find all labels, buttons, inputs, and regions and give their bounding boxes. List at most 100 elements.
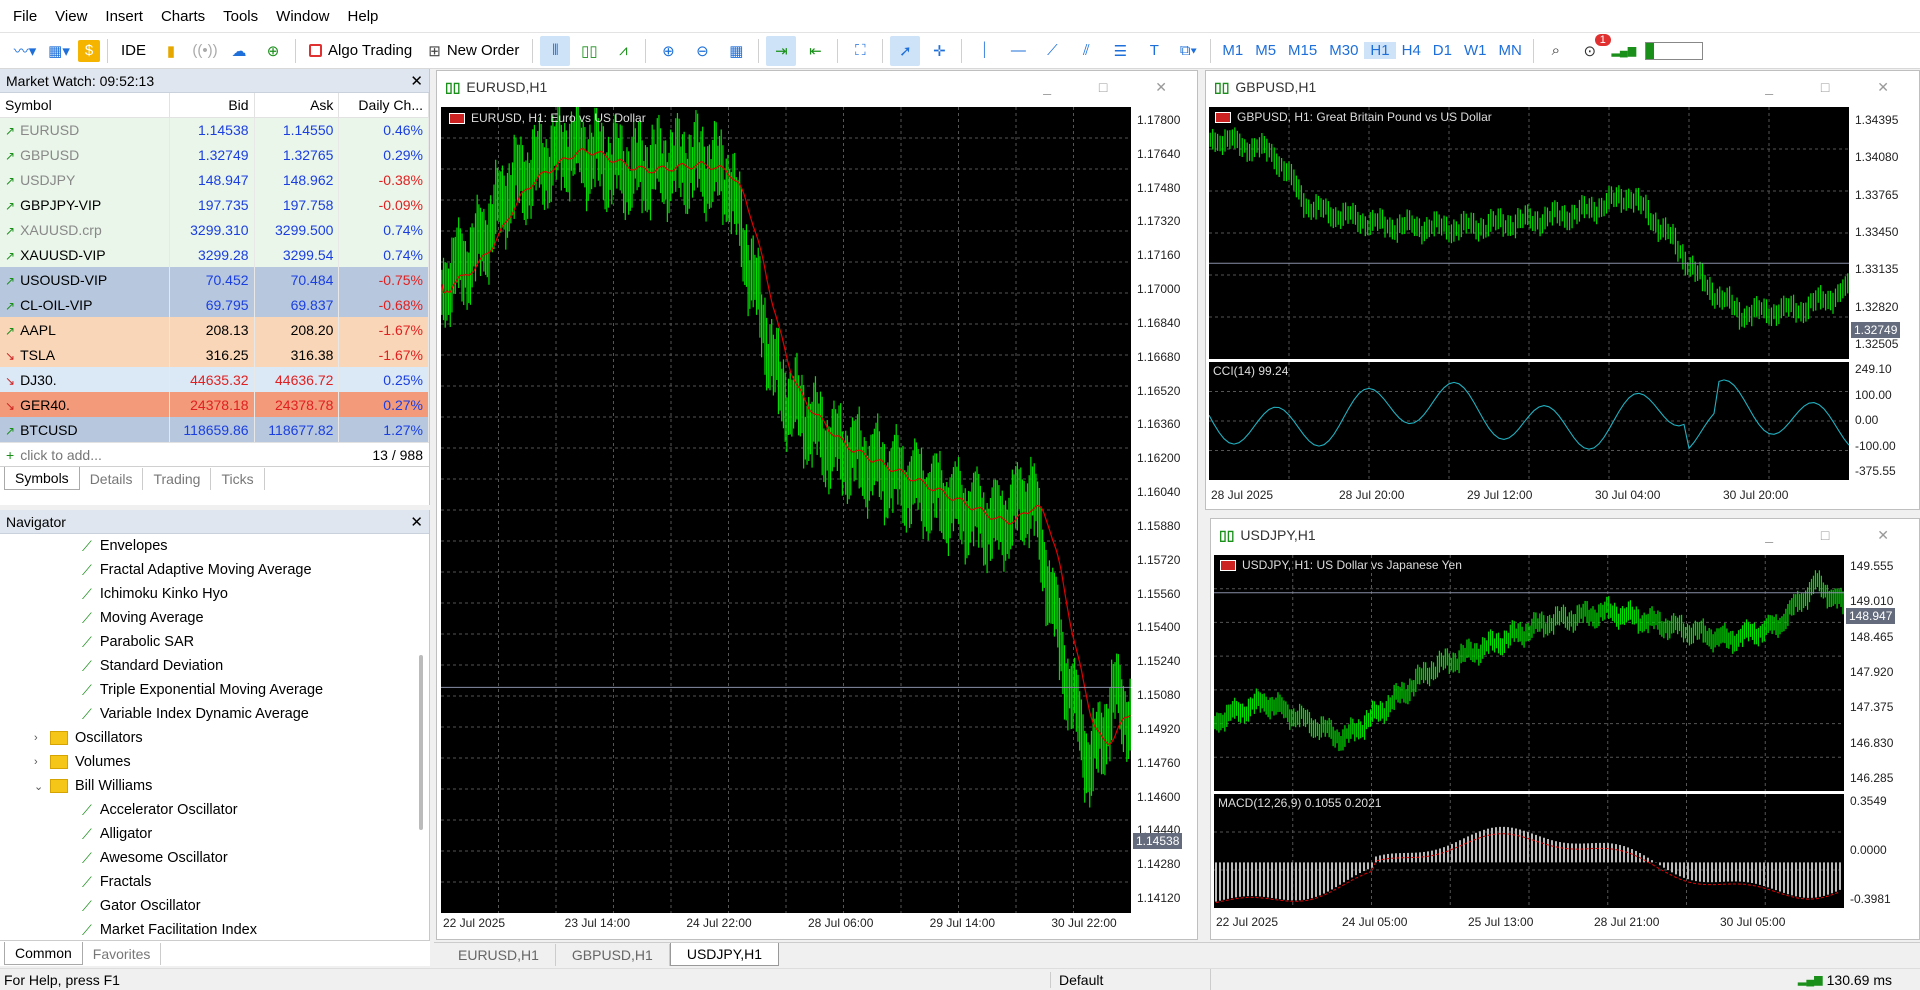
chevron-icon[interactable]: ›: [34, 732, 48, 744]
usdjpy-plot[interactable]: USDJPY, H1: US Dollar vs Japanese Yen: [1214, 555, 1844, 791]
column-header[interactable]: Symbol: [0, 93, 170, 118]
tab-common[interactable]: Common: [4, 942, 83, 965]
shopping-bag-icon[interactable]: ▮: [156, 36, 186, 66]
table-row[interactable]: ↗ CL-OIL-VIP 69.795 69.837 -0.68%: [0, 292, 429, 317]
timeframe-mn[interactable]: MN: [1492, 42, 1527, 59]
chart-tab[interactable]: USDJPY,H1: [669, 943, 780, 966]
notifications-icon[interactable]: ⊙ 1: [1575, 33, 1611, 66]
navigator-scrollbar[interactable]: [419, 655, 423, 830]
timeframe-w1[interactable]: W1: [1458, 42, 1493, 59]
table-row[interactable]: ↗ XAUUSD-VIP 3299.28 3299.54 0.74%: [0, 242, 429, 267]
table-row[interactable]: ↗ USOUSD-VIP 70.452 70.484 -0.75%: [0, 267, 429, 292]
window-controls[interactable]: _ □ ✕: [1765, 527, 1911, 544]
window-controls[interactable]: _ □ ✕: [1043, 79, 1189, 96]
column-header[interactable]: Bid: [169, 93, 255, 118]
nav-item[interactable]: ⟋ Accelerator Oscillator: [0, 798, 429, 822]
table-row[interactable]: ↘ GER40. 24378.18 24378.78 0.27%: [0, 392, 429, 417]
close-icon[interactable]: ✕: [410, 72, 423, 90]
horizontal-line-icon[interactable]: —: [1003, 36, 1033, 66]
gbpusd-plot[interactable]: GBPUSD, H1: Great Britain Pound vs US Do…: [1209, 107, 1849, 359]
dollar-icon[interactable]: $: [78, 39, 100, 62]
table-row[interactable]: ↗ GBPJPY-VIP 197.735 197.758 -0.09%: [0, 192, 429, 217]
menu-tools[interactable]: Tools: [214, 0, 267, 33]
nav-item[interactable]: › Volumes: [0, 750, 429, 774]
line-chart-icon[interactable]: 〰▾: [10, 36, 40, 66]
tab-favorites[interactable]: Favorites: [83, 942, 162, 965]
tab-ticks[interactable]: Ticks: [211, 468, 265, 490]
timeframe-h4[interactable]: H4: [1396, 42, 1427, 59]
chevron-icon[interactable]: ›: [34, 756, 48, 768]
nav-item[interactable]: ⟋ Ichimoku Kinko Hyo: [0, 582, 429, 606]
nav-item[interactable]: ⟋ Standard Deviation: [0, 654, 429, 678]
cci-indicator-plot[interactable]: CCI(14) 99.24: [1209, 362, 1849, 480]
nav-item[interactable]: ⌄ Bill Williams: [0, 774, 429, 798]
autoscroll-icon[interactable]: ⇥: [766, 35, 797, 66]
nav-item[interactable]: › Oscillators: [0, 726, 429, 750]
timeframe-d1[interactable]: D1: [1427, 42, 1458, 59]
menu-view[interactable]: View: [46, 0, 96, 33]
table-row[interactable]: ↘ DJ30. 44635.32 44636.72 0.25%: [0, 367, 429, 392]
timeframe-h1[interactable]: H1: [1364, 42, 1396, 59]
new-order-button[interactable]: ⊞ New Order: [422, 36, 525, 66]
vps-icon[interactable]: ⊕: [258, 36, 288, 66]
chevron-icon[interactable]: ⌄: [34, 780, 48, 793]
nav-item[interactable]: ⟋ Variable Index Dynamic Average: [0, 702, 429, 726]
nav-item[interactable]: ⟋ Parabolic SAR: [0, 630, 429, 654]
cursor-icon[interactable]: ➚: [890, 35, 921, 66]
screenshot-icon[interactable]: ⛶: [845, 36, 875, 66]
column-header[interactable]: Daily Ch...: [338, 93, 429, 118]
grid-icon[interactable]: ▦: [721, 36, 751, 66]
line-icon[interactable]: ⩘: [608, 36, 638, 66]
table-row[interactable]: ↗ AAPL 208.13 208.20 -1.67%: [0, 317, 429, 342]
timeframe-m30[interactable]: M30: [1323, 42, 1364, 59]
nav-item[interactable]: ⟋ Moving Average: [0, 606, 429, 630]
menu-window[interactable]: Window: [267, 0, 338, 33]
zoom-in-icon[interactable]: ⊕: [653, 36, 683, 66]
tab-trading[interactable]: Trading: [143, 468, 212, 490]
search-icon[interactable]: ⌕: [1541, 36, 1571, 66]
close-icon[interactable]: ✕: [410, 513, 423, 531]
table-row[interactable]: ↗ EURUSD 1.14538 1.14550 0.46%: [0, 117, 429, 142]
table-row[interactable]: ↗ GBPUSD 1.32749 1.32765 0.29%: [0, 142, 429, 167]
timeframe-m5[interactable]: M5: [1249, 42, 1282, 59]
chart-tab[interactable]: GBPUSD,H1: [556, 944, 670, 966]
vertical-line-icon[interactable]: ⏐: [969, 36, 999, 66]
nav-item[interactable]: ⟋ Alligator: [0, 822, 429, 846]
bar-chart-icon[interactable]: ⫴: [540, 35, 571, 66]
chart-template-icon[interactable]: ▦▾: [44, 36, 74, 66]
candlestick-icon[interactable]: ▯▯: [574, 36, 604, 66]
window-controls[interactable]: _ □ ✕: [1765, 79, 1911, 96]
nav-item[interactable]: ⟋ Triple Exponential Moving Average: [0, 678, 429, 702]
timeframe-m1[interactable]: M1: [1216, 42, 1249, 59]
menu-insert[interactable]: Insert: [96, 0, 152, 33]
table-row[interactable]: ↘ TSLA 316.25 316.38 -1.67%: [0, 342, 429, 367]
zoom-out-icon[interactable]: ⊖: [687, 36, 717, 66]
table-row[interactable]: ↗ BTCUSD 118659.86 118677.82 1.27%: [0, 417, 429, 442]
nav-item[interactable]: ⟋ Market Facilitation Index: [0, 918, 429, 942]
menu-file[interactable]: File: [4, 0, 46, 33]
crosshair-icon[interactable]: ✛: [924, 36, 954, 66]
add-symbol-row[interactable]: + click to add... 13 / 988: [0, 442, 429, 466]
shapes-icon[interactable]: ⧉▾: [1173, 36, 1203, 66]
text-icon[interactable]: T: [1139, 36, 1169, 66]
signal-level-icon[interactable]: ▂▄▆: [1609, 36, 1639, 66]
macd-indicator-plot[interactable]: MACD(12,26,9) 0.1055 0.2021: [1214, 794, 1844, 908]
chart-shift-icon[interactable]: ⇤: [800, 36, 830, 66]
algo-trading-button[interactable]: Algo Trading: [303, 36, 418, 66]
timeframe-m15[interactable]: M15: [1282, 42, 1323, 59]
signal-icon[interactable]: ((•)): [190, 36, 220, 66]
fibonacci-icon[interactable]: ☰: [1105, 36, 1135, 66]
ide-button[interactable]: IDE: [115, 36, 152, 66]
nav-item[interactable]: ⟋ Envelopes: [0, 534, 429, 558]
eurusd-plot[interactable]: EURUSD, H1: Euro vs US Dollar: [441, 107, 1131, 913]
nav-item[interactable]: ⟋ Awesome Oscillator: [0, 846, 429, 870]
cloud-icon[interactable]: ☁: [224, 36, 254, 66]
nav-item[interactable]: ⟋ Fractal Adaptive Moving Average: [0, 558, 429, 582]
column-header[interactable]: Ask: [254, 93, 340, 118]
nav-item[interactable]: ⟋ Fractals: [0, 870, 429, 894]
channel-icon[interactable]: ⫽: [1071, 36, 1101, 66]
table-row[interactable]: ↗ XAUUSD.crp 3299.310 3299.500 0.74%: [0, 217, 429, 242]
nav-item[interactable]: ⟋ Gator Oscillator: [0, 894, 429, 918]
menu-charts[interactable]: Charts: [152, 0, 214, 33]
tab-details[interactable]: Details: [80, 468, 144, 490]
